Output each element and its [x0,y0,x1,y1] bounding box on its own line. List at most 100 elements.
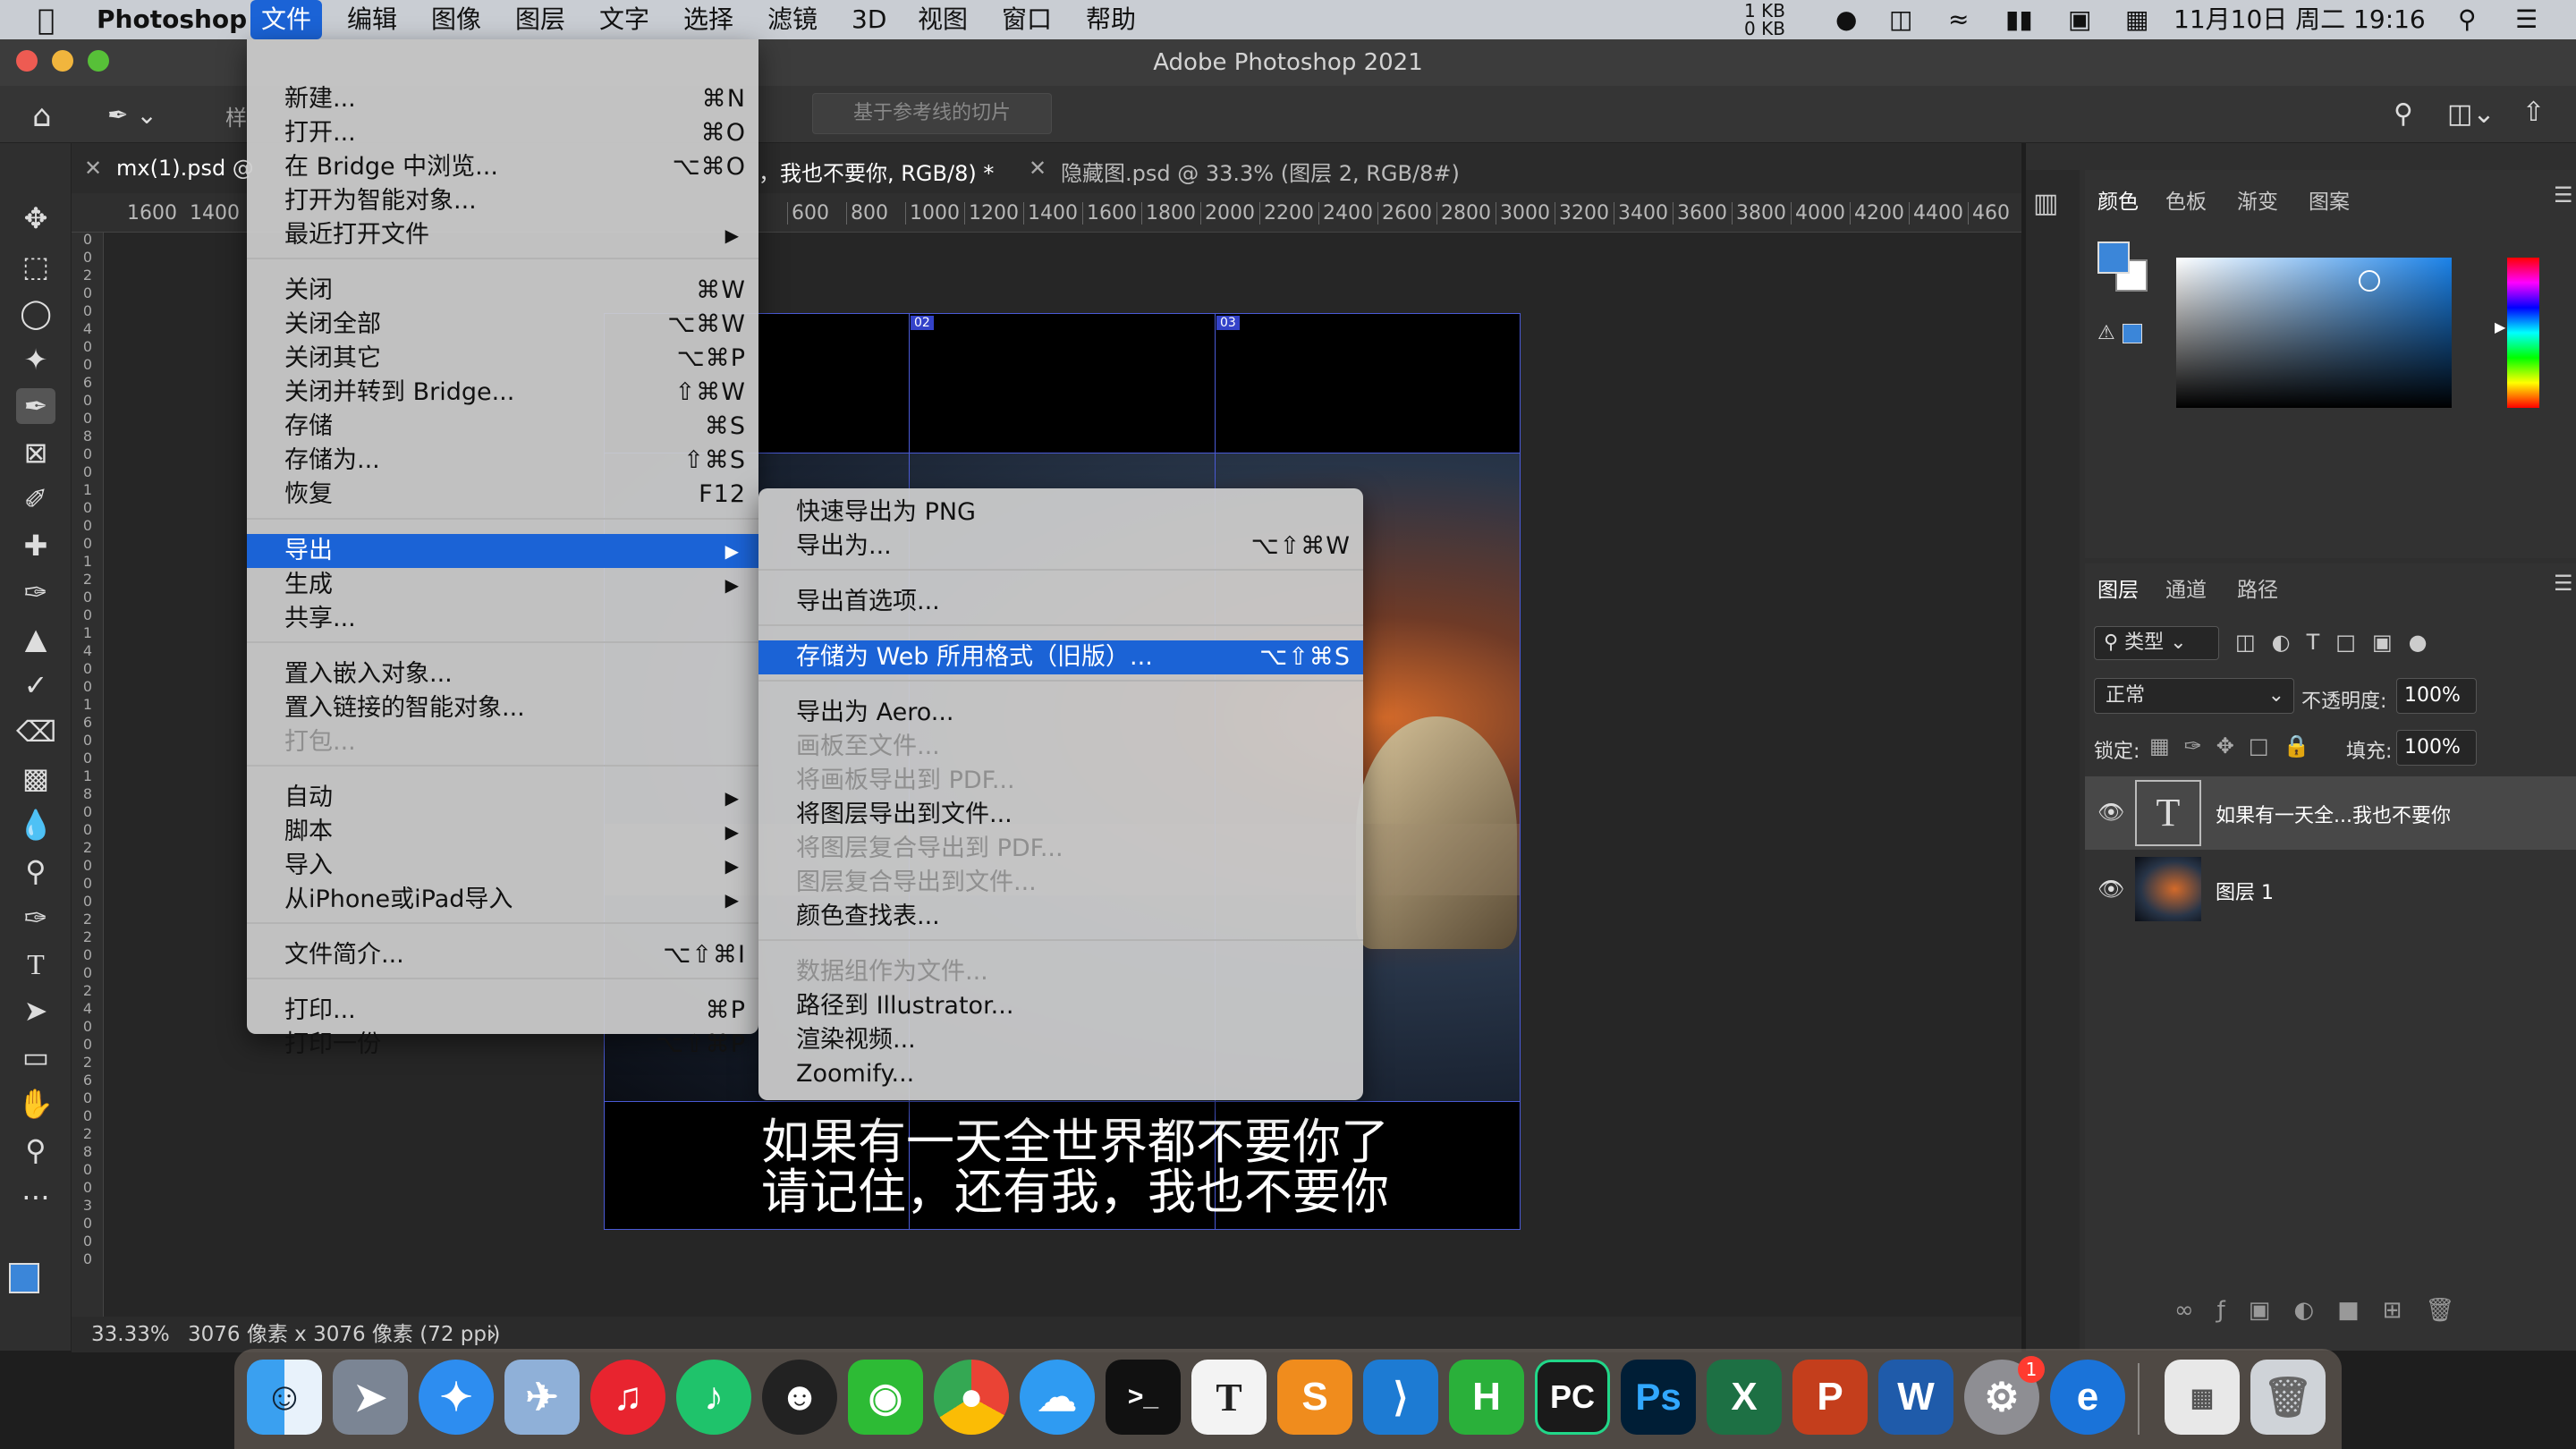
pycharm-icon[interactable]: PC [1535,1360,1610,1435]
menu-item[interactable]: 打印... ⌘P [247,994,758,1028]
brush-tool-icon[interactable]: ✑ [16,574,55,610]
search-icon[interactable]: ⚲ [2394,98,2413,130]
menu-item[interactable]: 在 Bridge 中浏览... ⌥⌘O [247,150,758,184]
apple-icon[interactable]:  [27,0,65,39]
tab-layers[interactable]: 图层 [2097,572,2139,603]
input-method-icon[interactable]: ◫ [1878,0,1923,39]
slices-from-guides-button[interactable]: 基于参考线的切片 [812,93,1052,134]
eye-icon[interactable]: 👁 [2097,877,2124,902]
menu-item[interactable]: 导出为... ⌥⇧⌘W [758,530,1363,564]
tab-paths[interactable]: 路径 [2237,572,2278,603]
menu-item[interactable]: 存储为 Web 所用格式（旧版）... ⌥⇧⌘S [758,640,1363,674]
qq-music-icon[interactable]: ♪ [676,1360,751,1435]
menu-file[interactable]: 文件 [250,0,323,39]
hue-slider[interactable] [2507,258,2539,408]
move-tool-icon[interactable]: ✥ [16,200,55,236]
menu-edit[interactable]: 编辑 [336,0,408,39]
vscode-icon[interactable]: ⟩ [1363,1360,1438,1435]
powerpoint-icon[interactable]: P [1792,1360,1868,1435]
typora-icon[interactable]: T [1191,1360,1267,1435]
menu-item[interactable]: 打开为智能对象... [247,184,758,218]
type-tool-icon[interactable]: T [16,946,55,982]
menu-item[interactable]: 打开... ⌘O [247,116,758,150]
notification-center-icon[interactable]: ☰ [2504,0,2548,39]
slice-tool-icon[interactable]: ✒ [16,388,55,424]
menu-type[interactable]: 文字 [589,0,660,39]
marquee-tool-icon[interactable]: ⬚ [16,249,55,284]
lasso-tool-icon[interactable]: ◯ [16,295,55,331]
gradient-tool-icon[interactable]: ▩ [16,760,55,796]
menu-item[interactable]: 关闭全部 ⌥⌘W [247,308,758,342]
eraser-tool-icon[interactable]: ⌫ [16,714,56,750]
history-brush-tool-icon[interactable]: ✓ [16,667,55,703]
edge-icon[interactable]: e [2050,1360,2125,1435]
menu-item[interactable]: 存储 ⌘S [247,410,758,444]
menu-item[interactable]: 新建... ⌘N [247,82,758,116]
workspace-icon[interactable]: ◫⌄ [2447,98,2495,130]
opacity-input[interactable]: 100% [2396,678,2477,714]
menu-item[interactable]: 快速导出为 PNG [758,496,1363,530]
home-icon[interactable]: ⌂ [32,98,52,134]
eyedropper-tool-icon[interactable]: ✐ [16,481,55,517]
menu-clock[interactable]: 11月10日 周二 19:16 [2163,0,2436,39]
menu-app-name[interactable]: Photoshop [86,0,258,39]
blend-mode-select[interactable]: 正常 ⌄ [2094,678,2294,714]
downloads-stack-icon[interactable]: ▦ [2165,1360,2240,1435]
zoom-tool-icon[interactable]: ⚲ [16,1132,55,1168]
panel-menu-icon[interactable]: ☰ [2554,571,2573,596]
tab-channels[interactable]: 通道 [2165,572,2207,603]
menu-item[interactable]: 脚本 ▶ [247,815,758,849]
menu-item[interactable]: Zoomify... [758,1057,1363,1091]
zoom-level[interactable]: 33.33% [91,1317,170,1352]
hue-slider-handle[interactable]: ▶ [2495,318,2505,335]
slice-tool-preset-icon[interactable]: ✒ ⌄ [107,100,157,130]
tab-color[interactable]: 颜色 [2097,184,2139,215]
app-status-icon[interactable]: ▣ [2057,0,2102,39]
chevron-right-icon[interactable]: › [488,1317,496,1352]
lock-icons[interactable]: ▦✑✥□🔒 [2149,733,2324,758]
document-info[interactable]: 3076 像素 x 3076 像素 (72 ppi) [188,1317,500,1352]
color-picker-field[interactable] [2176,258,2452,408]
eye-icon[interactable]: 👁 [2097,800,2124,825]
close-tab-icon[interactable]: ✕ [1029,156,1046,181]
menu-item[interactable]: 路径到 Illustrator... [758,989,1363,1023]
launchpad-icon[interactable]: ➤ [333,1360,408,1435]
dodge-tool-icon[interactable]: ⚲ [16,853,55,889]
menu-item[interactable]: 恢复 F12 [247,478,758,512]
blur-tool-icon[interactable]: 💧 [16,807,55,843]
tab-current-document[interactable]: ，我也不要你, RGB/8) * [758,156,994,187]
menu-item[interactable]: 渲染视频... [758,1023,1363,1057]
rectangle-tool-icon[interactable]: ▭ [16,1039,55,1075]
menu-item[interactable]: 存储为... ⇧⌘S [247,444,758,478]
sublime-icon[interactable]: S [1277,1360,1352,1435]
word-icon[interactable]: W [1878,1360,1953,1435]
menu-item[interactable]: 导出为 Aero... [758,696,1363,730]
qq-icon[interactable]: ☻ [762,1360,837,1435]
web-safe-swatch[interactable] [2123,324,2142,343]
photoshop-icon[interactable]: Ps [1621,1360,1696,1435]
menu-item[interactable]: 将图层导出到文件... [758,798,1363,832]
safari-icon[interactable]: ✦ [419,1360,494,1435]
menu-3d[interactable]: 3D [841,0,897,39]
menu-image[interactable]: 图像 [420,0,492,39]
tab-hidden-image[interactable]: 隐藏图.psd @ 33.3% (图层 2, RGB/8#) [1061,156,1460,187]
tab-swatches[interactable]: 色板 [2165,184,2207,215]
zoom-window-button[interactable] [88,50,109,72]
menu-item[interactable]: 关闭其它 ⌥⌘P [247,342,758,376]
hbuilder-icon[interactable]: H [1449,1360,1524,1435]
share-icon[interactable]: ⇧ [2522,97,2545,128]
more-tools-icon[interactable]: ⋯ [16,1179,55,1215]
frame-tool-icon[interactable]: ⊠ [16,435,55,470]
layer-actions-bar[interactable]: ∞ƒ▣◐■⊞🗑 [2174,1297,2478,1324]
tab-patterns[interactable]: 图案 [2309,184,2350,215]
quick-select-tool-icon[interactable]: ✦ [16,342,55,377]
color-picker-cursor[interactable] [2359,270,2380,292]
menu-item[interactable]: 置入嵌入对象... [247,657,758,691]
path-select-tool-icon[interactable]: ➤ [16,993,55,1029]
menu-item[interactable]: 置入链接的智能对象... [247,691,758,725]
tab-mx1[interactable]: mx(1).psd @ [116,156,254,181]
menu-item[interactable]: 文件简介... ⌥⇧⌘I [247,938,758,972]
menu-item[interactable]: 导出首选项... [758,585,1363,619]
gamut-warning-icon[interactable]: ⚠ [2097,322,2115,344]
menu-item[interactable]: 从iPhone或iPad导入 ▶ [247,883,758,917]
